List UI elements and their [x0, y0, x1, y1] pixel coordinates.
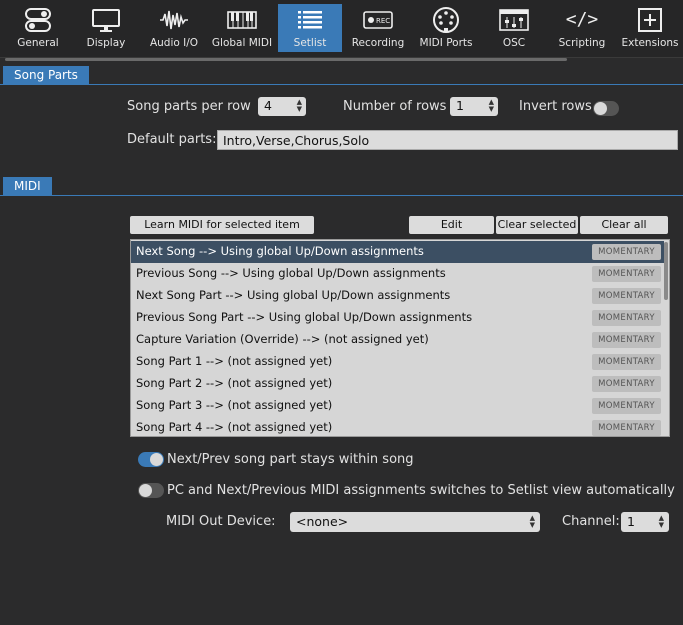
midi-list-row[interactable]: Song Part 3 --> (not assigned yet) MOMEN… [131, 395, 664, 417]
channel-value: 1 [627, 514, 635, 529]
channel-label: Channel: [562, 514, 620, 529]
list-icon [296, 4, 324, 35]
stepper-arrows-icon: ▲ ▼ [488, 98, 494, 113]
midi-row-label: Song Part 3 --> (not assigned yet) [136, 398, 333, 412]
switch-to-setlist-toggle[interactable] [138, 483, 164, 498]
rec-icon: REC [363, 4, 393, 35]
select-arrows-icon: ▲ ▼ [658, 514, 664, 529]
tab-audio-io-label: Audio I/O [149, 37, 199, 49]
midi-section-tab: MIDI [3, 177, 52, 196]
number-of-rows-value: 1 [456, 98, 464, 113]
midi-list-row[interactable]: Next Song Part --> Using global Up/Down … [131, 285, 664, 307]
tab-recording[interactable]: REC Recording [348, 4, 408, 54]
toolbar-scrollbar[interactable] [5, 58, 567, 61]
waveform-icon [159, 4, 189, 35]
midi-out-device-value: <none> [296, 514, 349, 529]
song-parts-per-row-value: 4 [264, 98, 272, 113]
clear-selected-button[interactable]: Clear selected [496, 216, 578, 234]
midi-list-scrollbar[interactable] [664, 242, 668, 300]
default-parts-label: Default parts: [127, 132, 217, 147]
midi-out-device-label: MIDI Out Device: [166, 514, 276, 529]
tab-osc-label: OSC [502, 37, 526, 49]
tab-osc[interactable]: OSC [484, 4, 544, 54]
stay-within-song-label: Next/Prev song part stays within song [167, 452, 414, 467]
song-parts-divider [0, 84, 683, 85]
momentary-button[interactable]: MOMENTARY [592, 266, 661, 282]
tab-scripting[interactable]: </> Scripting [552, 4, 612, 54]
tab-audio-io[interactable]: Audio I/O [144, 4, 204, 54]
midi-row-label: Previous Song --> Using global Up/Down a… [136, 266, 446, 280]
tab-general[interactable]: General [8, 4, 68, 54]
invert-rows-toggle[interactable] [593, 101, 619, 116]
clear-all-button[interactable]: Clear all [580, 216, 668, 234]
channel-select[interactable]: 1 ▲ ▼ [621, 512, 669, 532]
midi-list-row[interactable]: Previous Song Part --> Using global Up/D… [131, 307, 664, 329]
tab-general-label: General [17, 37, 59, 49]
number-of-rows-label: Number of rows [343, 99, 447, 114]
song-parts-per-row-label: Song parts per row [127, 99, 251, 114]
toggles-icon [24, 4, 52, 35]
tab-extensions-label: Extensions [621, 37, 679, 49]
midi-divider [0, 195, 683, 196]
number-of-rows-stepper[interactable]: 1 ▲ ▼ [450, 97, 498, 116]
midi-row-label: Previous Song Part --> Using global Up/D… [136, 310, 473, 324]
preferences-toolbar: General Display Audio I/O Global MIDI Se… [0, 0, 683, 58]
tab-setlist[interactable]: Setlist [278, 4, 342, 52]
midi-list-row[interactable]: Song Part 2 --> (not assigned yet) MOMEN… [131, 373, 664, 395]
midi-list-row[interactable]: Next Song --> Using global Up/Down assig… [131, 241, 664, 263]
tab-midi-ports-label: MIDI Ports [419, 37, 473, 49]
midi-row-label: Song Part 1 --> (not assigned yet) [136, 354, 333, 368]
midi-assignment-list[interactable]: Next Song --> Using global Up/Down assig… [130, 239, 670, 437]
tab-global-midi-label: Global MIDI [211, 37, 273, 49]
tab-extensions[interactable]: Extensions [618, 4, 682, 54]
plus-box-icon [637, 4, 663, 35]
momentary-button[interactable]: MOMENTARY [592, 354, 661, 370]
momentary-button[interactable]: MOMENTARY [592, 288, 661, 304]
stay-within-song-toggle[interactable] [138, 452, 164, 467]
midi-list-row[interactable]: Song Part 1 --> (not assigned yet) MOMEN… [131, 351, 664, 373]
monitor-icon [91, 4, 121, 35]
keyboard-icon [227, 4, 257, 35]
midi-list-row[interactable]: Previous Song --> Using global Up/Down a… [131, 263, 664, 285]
learn-midi-button[interactable]: Learn MIDI for selected item [130, 216, 314, 234]
tab-display-label: Display [86, 37, 126, 49]
stepper-arrows-icon: ▲ ▼ [296, 98, 302, 113]
tab-recording-label: Recording [351, 37, 405, 49]
tab-midi-ports[interactable]: MIDI Ports [414, 4, 478, 54]
midi-list-row[interactable]: Song Part 4 --> (not assigned yet) MOMEN… [131, 417, 664, 436]
midi-list-row[interactable]: Capture Variation (Override) --> (not as… [131, 329, 664, 351]
midi-port-icon [432, 4, 460, 35]
song-parts-section-tab: Song Parts [3, 66, 89, 85]
midi-row-label: Next Song --> Using global Up/Down assig… [136, 244, 424, 258]
momentary-button[interactable]: MOMENTARY [592, 376, 661, 392]
tab-setlist-label: Setlist [293, 37, 327, 49]
switch-to-setlist-label: PC and Next/Previous MIDI assignments sw… [167, 483, 675, 498]
momentary-button[interactable]: MOMENTARY [592, 420, 661, 436]
midi-row-label: Song Part 4 --> (not assigned yet) [136, 420, 333, 434]
tab-scripting-label: Scripting [558, 37, 606, 49]
rec-badge-text: REC [376, 17, 390, 25]
midi-row-label: Capture Variation (Override) --> (not as… [136, 332, 429, 346]
invert-rows-label: Invert rows [519, 99, 592, 114]
song-parts-per-row-stepper[interactable]: 4 ▲ ▼ [258, 97, 306, 116]
momentary-button[interactable]: MOMENTARY [592, 310, 661, 326]
midi-row-label: Next Song Part --> Using global Up/Down … [136, 288, 451, 302]
tab-global-midi[interactable]: Global MIDI [210, 4, 274, 54]
default-parts-field[interactable]: Intro,Verse,Chorus,Solo [217, 130, 678, 150]
midi-out-device-select[interactable]: <none> ▲ ▼ [290, 512, 540, 532]
momentary-button[interactable]: MOMENTARY [592, 332, 661, 348]
tab-display[interactable]: Display [76, 4, 136, 54]
code-glyph: </> [565, 9, 599, 30]
select-arrows-icon: ▲ ▼ [529, 514, 535, 529]
edit-button[interactable]: Edit [409, 216, 494, 234]
midi-row-label: Song Part 2 --> (not assigned yet) [136, 376, 333, 390]
sliders-icon [499, 4, 529, 35]
momentary-button[interactable]: MOMENTARY [592, 398, 661, 414]
code-icon: </> [566, 4, 599, 35]
momentary-button[interactable]: MOMENTARY [592, 244, 661, 260]
